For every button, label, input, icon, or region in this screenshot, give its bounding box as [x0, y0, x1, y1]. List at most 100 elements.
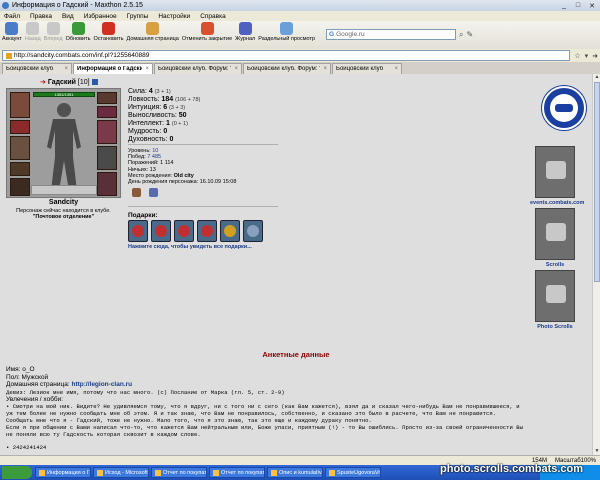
profile-motto: Девиз: Лезиок мне имя, потому что нас мн…	[6, 388, 285, 396]
toolbar-button[interactable]: Остановить	[94, 22, 124, 42]
toolbar-button[interactable]: Назад	[25, 22, 41, 42]
gifts-divider	[128, 206, 278, 207]
gift-badge-icon[interactable]	[243, 220, 263, 242]
menu-groups[interactable]: Группы	[127, 13, 149, 20]
close-tab-icon[interactable]: ×	[64, 66, 68, 72]
browser-tab[interactable]: Бойцовский клуб. Форум: "П...×	[243, 63, 331, 74]
menu-favorites[interactable]: Избранное	[84, 13, 117, 20]
minimize-button[interactable]: _	[558, 2, 570, 10]
taskbar-button[interactable]: Опис и kumulatívni...	[267, 467, 323, 478]
toolbar-button[interactable]: Журнал	[235, 22, 255, 42]
taskbar-button[interactable]: Исход - Microsoft Ou...	[93, 467, 149, 478]
gift-heart-icon[interactable]	[128, 220, 148, 242]
toolbar-button[interactable]: Раздельный просмотр	[258, 22, 315, 42]
shield-slot[interactable]	[97, 146, 117, 170]
events-link[interactable]: events.combats.com	[530, 200, 584, 206]
tab-label: Бойцовский клуб	[6, 66, 54, 72]
menu-file[interactable]: Файл	[4, 13, 20, 20]
menu-edit[interactable]: Правка	[30, 13, 52, 20]
maximize-button[interactable]: □	[572, 2, 584, 10]
close-tab-icon[interactable]: ×	[394, 66, 398, 72]
scrolls-link[interactable]: Scrolls	[530, 262, 580, 268]
watermark-text: photo.scrolls.combats.com	[440, 463, 584, 475]
legs-slot[interactable]	[97, 172, 117, 196]
photo-scrolls-banner-icon[interactable]	[535, 270, 575, 322]
stat-label: Ловкость:	[128, 96, 160, 103]
scroll-down-icon[interactable]: ▼	[593, 448, 600, 455]
earring-slot[interactable]	[97, 92, 117, 104]
gift-heart-icon[interactable]	[151, 220, 171, 242]
scrollbar-thumb[interactable]	[594, 82, 600, 282]
toolbar-button[interactable]: Отменить закрытие	[182, 22, 232, 42]
combats-logo-icon[interactable]	[542, 86, 586, 130]
boots-slot[interactable]	[10, 178, 30, 196]
all-gifts-link[interactable]: Нажмите сюда, чтобы увидеть все подарки.…	[128, 244, 252, 250]
clan-badge-icon[interactable]	[132, 188, 141, 197]
browser-tab[interactable]: Информация о Гадский ×	[73, 63, 153, 74]
search-go-icon[interactable]: ⌕	[459, 30, 463, 40]
app-icon	[155, 469, 161, 476]
browser-tab[interactable]: Бойцовский клуб ×	[332, 63, 402, 74]
taskbar-button[interactable]: Отчет по покупател...	[209, 467, 265, 478]
address-actions: ☆ ▾ ➜	[574, 52, 598, 60]
amulet-slot[interactable]	[97, 106, 117, 118]
scroll-up-icon[interactable]: ▲	[593, 74, 600, 81]
info-icon[interactable]	[91, 79, 98, 86]
weapon-slot[interactable]	[10, 120, 30, 134]
split-view-icon	[280, 22, 294, 35]
close-window-button[interactable]: ✕	[586, 2, 598, 10]
private-message-arrow-icon[interactable]: ➔	[40, 79, 46, 86]
browser-tab[interactable]: Бойцовский клуб ×	[2, 63, 72, 74]
maxthon-app-icon	[2, 2, 9, 9]
start-button[interactable]	[2, 466, 32, 479]
search-input[interactable]: G Google.ru	[326, 29, 457, 40]
url-field[interactable]: http://sandcity.combats.com/inf.pl?12556…	[2, 50, 571, 61]
belt-slot[interactable]	[10, 162, 30, 176]
vertical-scrollbar[interactable]: ▲ ▼	[592, 74, 600, 455]
ring-slots[interactable]	[31, 185, 97, 195]
character-stats: Сила: 4 (3 + 1) Ловкость: 184 (106 + 78) И…	[128, 88, 200, 144]
tab-bar: Бойцовский клуб × Информация о Гадский × Бой…	[0, 62, 600, 74]
photo-scrolls-link[interactable]: Photo Scrolls	[530, 324, 580, 330]
taskbar-label: Отчет по покупател...	[221, 469, 265, 476]
close-tab-icon[interactable]: ×	[145, 66, 149, 72]
stop-icon	[102, 22, 116, 35]
gloves-slot[interactable]	[97, 120, 117, 144]
homepage-link[interactable]: http://legion-clan.ru	[71, 381, 132, 388]
gift-heart-icon[interactable]	[174, 220, 194, 242]
events-banner-icon[interactable]	[535, 146, 575, 198]
armor-slot[interactable]	[10, 136, 30, 160]
toolbar-button[interactable]: Домашняя страница	[127, 22, 179, 42]
profile-name: Имя: o_O	[6, 366, 35, 373]
rss-icon[interactable]: ☆	[574, 52, 580, 60]
taskbar-button[interactable]: SpusteUgovoraVredn...	[325, 467, 381, 478]
gift-book-icon[interactable]	[220, 220, 240, 242]
menu-view[interactable]: Вид	[62, 13, 74, 20]
page-favicon	[6, 52, 12, 59]
url-text: http://sandcity.combats.com/inf.pl?12556…	[14, 52, 150, 59]
toolbar-button[interactable]: Аккаунт	[2, 22, 22, 42]
taskbar-button[interactable]: Информация о Гад...	[35, 467, 91, 478]
menu-settings[interactable]: Настройки	[158, 13, 190, 20]
profile-gender: Пол: Мужской	[6, 373, 49, 381]
browser-tab[interactable]: Бойцовский клуб. Форум: "Б...×	[154, 63, 242, 74]
helmet-slot[interactable]	[10, 92, 30, 118]
alignment-badge-icon[interactable]	[149, 188, 158, 197]
highlight-icon[interactable]: ✎	[467, 30, 474, 39]
close-tab-icon[interactable]: ×	[234, 66, 238, 72]
taskbar-label: Отчет по покупател...	[163, 469, 207, 476]
scrolls-banner-icon[interactable]	[535, 208, 575, 260]
go-arrow-icon[interactable]: ➜	[592, 52, 598, 60]
taskbar-button[interactable]: Отчет по покупател...	[151, 467, 207, 478]
dropdown-arrow-icon[interactable]: ▾	[585, 52, 589, 60]
tab-label: Информация о Гадский	[77, 66, 143, 72]
stat-value: 50	[178, 112, 187, 119]
profile-homepage: Домашняя страница: http://legion-clan.ru	[6, 381, 133, 389]
toolbar-button[interactable]: Обновить	[66, 22, 91, 42]
menu-help[interactable]: Справка	[200, 13, 226, 20]
character-location: Персонаж сейчас находится в клубе. "Почт…	[6, 208, 121, 220]
app-icon	[97, 469, 103, 476]
close-tab-icon[interactable]: ×	[323, 66, 327, 72]
gift-heart-icon[interactable]	[197, 220, 217, 242]
toolbar-button[interactable]: Вперед	[44, 22, 63, 42]
